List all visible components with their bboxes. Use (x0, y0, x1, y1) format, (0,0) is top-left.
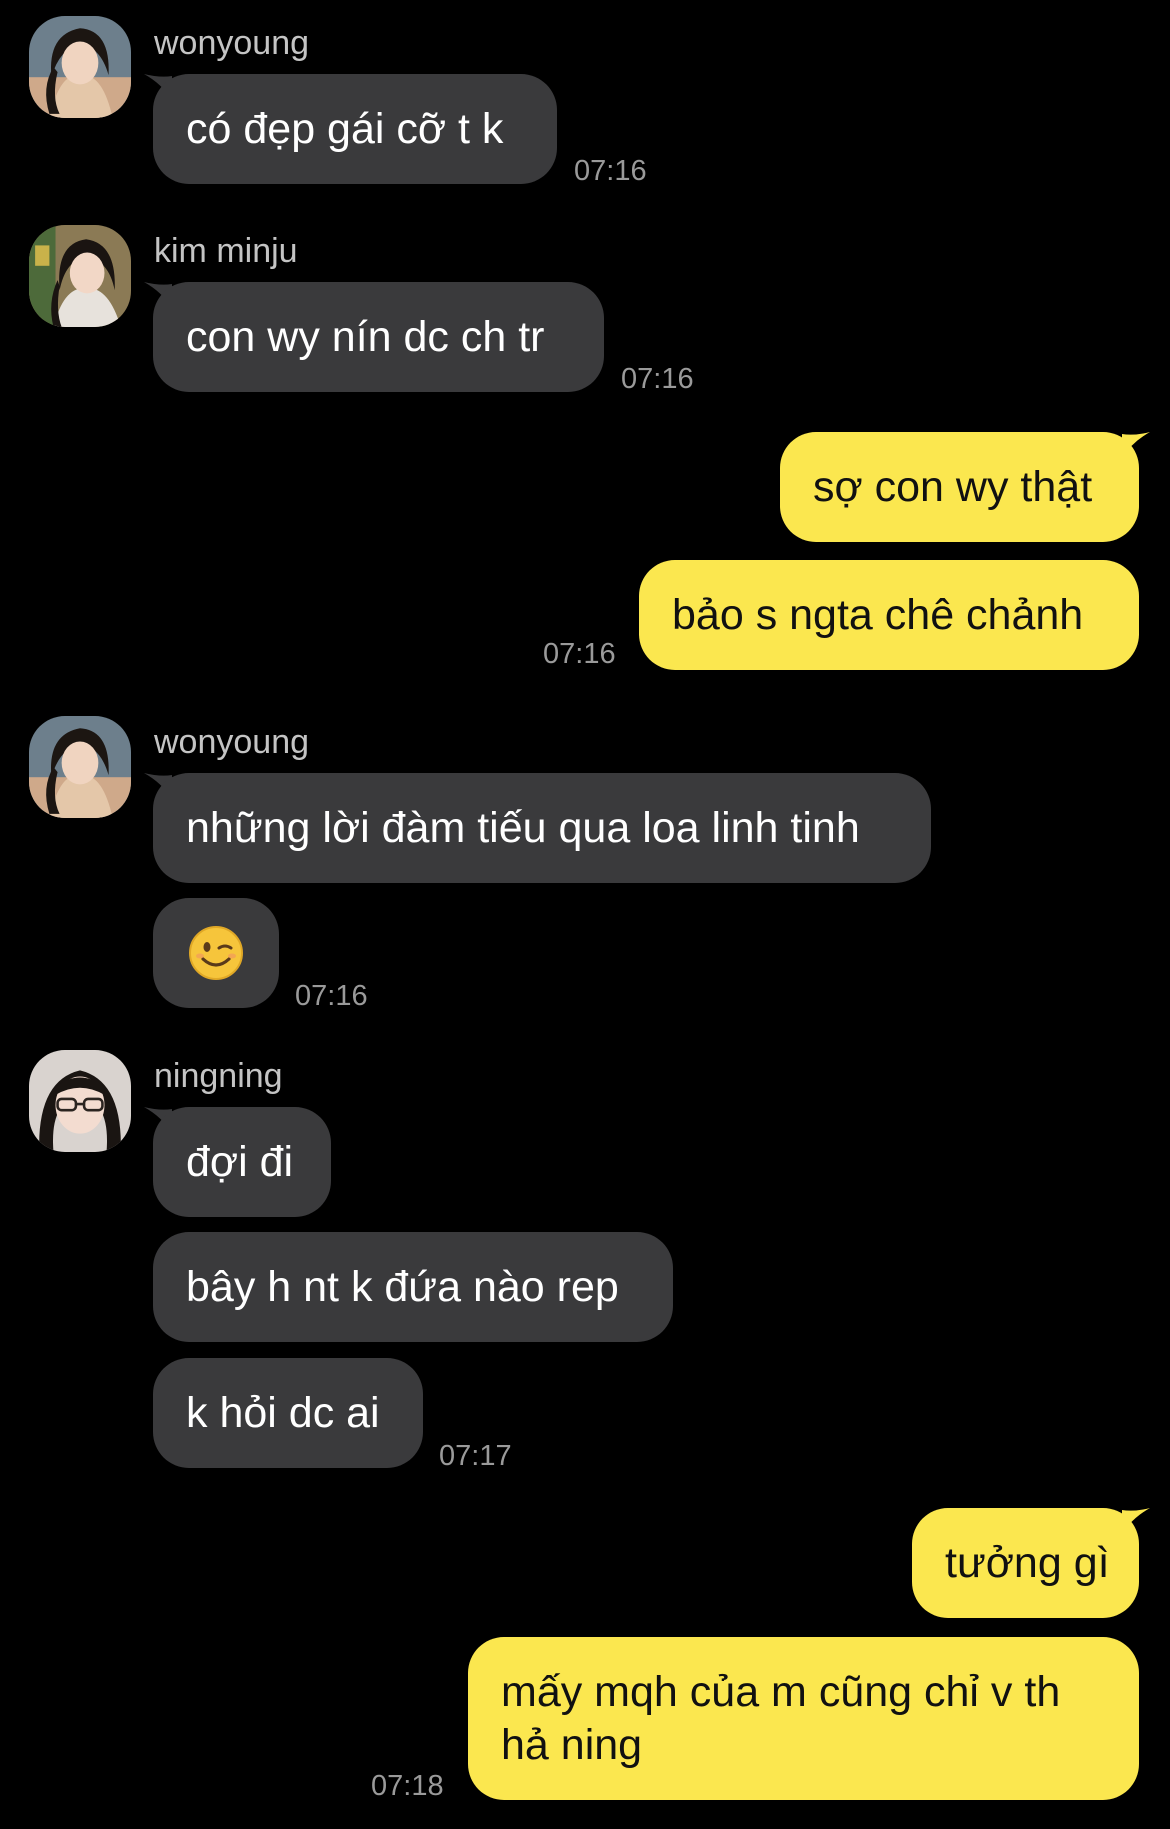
message-text: k hỏi dc ai (186, 1388, 380, 1437)
my-message-bubble[interactable]: sợ con wy thật (780, 432, 1139, 542)
message-text: bảo s ngta chê chảnh (672, 590, 1084, 639)
message-text: con wy nín dc ch tr (186, 312, 545, 361)
message-bubble[interactable]: đợi đi (153, 1107, 331, 1217)
message-bubble[interactable]: có đẹp gái cỡ t k (153, 74, 557, 184)
my-message-bubble[interactable]: bảo s ngta chê chảnh (639, 560, 1139, 670)
message-text: tưởng gì (945, 1538, 1110, 1587)
message-bubble[interactable]: bây h nt k đứa nào rep (153, 1232, 673, 1342)
message-timestamp: 07:16 (574, 155, 647, 187)
sender-name: wonyoung (154, 24, 310, 62)
message-text: bây h nt k đứa nào rep (186, 1262, 619, 1311)
sender-name: ningning (154, 1057, 283, 1095)
message-timestamp: 07:18 (371, 1770, 444, 1802)
message-timestamp: 07:17 (439, 1440, 512, 1472)
ningning-avatar[interactable] (29, 1050, 131, 1152)
message-timestamp: 07:16 (295, 980, 368, 1012)
chat-thread: wonyoung có đẹp gái cỡ t k 07:16 kim min… (0, 0, 1170, 1829)
message-timestamp: 07:16 (543, 638, 616, 670)
sender-name: kim minju (154, 232, 298, 270)
message-bubble[interactable]: con wy nín dc ch tr (153, 282, 604, 392)
message-bubble[interactable]: k hỏi dc ai (153, 1358, 423, 1468)
message-text: sợ con wy thật (813, 462, 1093, 511)
my-message-bubble[interactable]: mấy mqh của m cũng chỉ v th hả ning (468, 1637, 1139, 1800)
message-text: đợi đi (186, 1137, 294, 1186)
wonyoung-avatar[interactable] (29, 16, 131, 118)
message-bubble[interactable]: những lời đàm tiếu qua loa linh tinh (153, 773, 931, 883)
message-text: mấy mqh của m cũng chỉ v th hả ning (501, 1667, 1061, 1769)
sender-name: wonyoung (154, 723, 310, 761)
message-text: những lời đàm tiếu qua loa linh tinh (186, 803, 860, 852)
winking-face-icon (189, 926, 243, 980)
emoji-message-bubble[interactable] (153, 898, 279, 1008)
kim-minju-avatar[interactable] (29, 225, 131, 327)
message-timestamp: 07:16 (621, 363, 694, 395)
message-text: có đẹp gái cỡ t k (186, 104, 504, 153)
my-message-bubble[interactable]: tưởng gì (912, 1508, 1139, 1618)
wonyoung-avatar[interactable] (29, 716, 131, 818)
